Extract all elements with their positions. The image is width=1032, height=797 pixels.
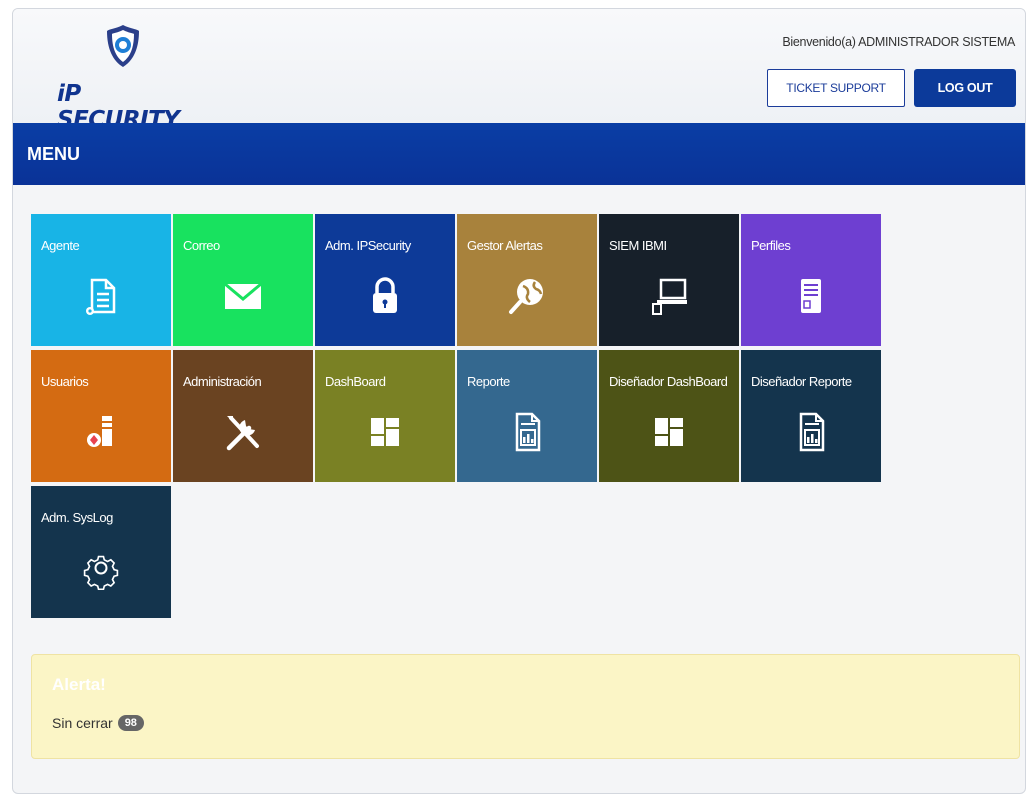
shield-icon [103, 23, 143, 69]
document-gear-icon [79, 274, 123, 318]
document-list-icon [789, 274, 833, 318]
tile-label: Diseñador DashBoard [609, 374, 728, 389]
tile-label: Adm. SysLog [41, 510, 113, 525]
welcome-text: Bienvenido(a) ADMINISTRADOR SISTEMA [782, 35, 1015, 49]
tile-usuarios[interactable]: Usuarios [31, 350, 171, 482]
tile-perfiles[interactable]: Perfiles [741, 214, 881, 346]
tile-label: Administración [183, 374, 262, 389]
tile-label: Adm. IPSecurity [325, 238, 411, 253]
header: iP SECURITY Bienvenido(a) ADMINISTRADOR … [13, 9, 1025, 133]
tile-label: Perfiles [751, 238, 791, 253]
report-icon [505, 410, 549, 454]
tile-correo[interactable]: Correo [173, 214, 313, 346]
tile-label: Agente [41, 238, 80, 253]
tools-icon [221, 410, 265, 454]
tile-label: Correo [183, 238, 220, 253]
menu-bar: MENU [13, 123, 1025, 185]
unclosed-label: Sin cerrar [52, 715, 113, 731]
user-server-icon [79, 410, 123, 454]
gear-icon [79, 546, 123, 590]
alert-title: Alerta! [52, 675, 106, 694]
tile-diseñador-dashboard[interactable]: Diseñador DashBoard [599, 350, 739, 482]
menu-title: MENU [27, 143, 80, 164]
tile-gestor-alertas[interactable]: Gestor Alertas [457, 214, 597, 346]
tile-reporte[interactable]: Reporte [457, 350, 597, 482]
tile-label: Reporte [467, 374, 510, 389]
dashboard-icon [647, 410, 691, 454]
tile-label: Usuarios [41, 374, 89, 389]
tile-adm-syslog[interactable]: Adm. SysLog [31, 486, 171, 618]
ticket-support-button[interactable]: TICKET SUPPORT [767, 69, 905, 107]
tile-administración[interactable]: Administración [173, 350, 313, 482]
tile-label: Diseñador Reporte [751, 374, 852, 389]
app-window: iP SECURITY Bienvenido(a) ADMINISTRADOR … [12, 8, 1026, 794]
tile-label: SIEM IBMI [609, 238, 667, 253]
tile-dashboard[interactable]: DashBoard [315, 350, 455, 482]
tile-siem-ibmi[interactable]: SIEM IBMI [599, 214, 739, 346]
count-badge: 98 [117, 715, 144, 731]
envelope-icon [221, 274, 265, 318]
dashboard-icon [363, 410, 407, 454]
tile-label: DashBoard [325, 374, 386, 389]
tile-label: Gestor Alertas [467, 238, 543, 253]
tile-adm-ipsecurity[interactable]: Adm. IPSecurity [315, 214, 455, 346]
lock-icon [363, 274, 407, 318]
report-icon [789, 410, 833, 454]
alert-row[interactable]: Sin cerrar 98 [52, 715, 144, 731]
logout-button[interactable]: LOG OUT [914, 69, 1016, 107]
tile-diseñador-reporte[interactable]: Diseñador Reporte [741, 350, 881, 482]
alert-panel: Alerta! Sin cerrar 98 [31, 654, 1020, 759]
logo[interactable]: iP SECURITY [57, 23, 207, 133]
tile-agente[interactable]: Agente [31, 214, 171, 346]
computer-icon [647, 274, 691, 318]
globe-search-icon [505, 274, 549, 318]
